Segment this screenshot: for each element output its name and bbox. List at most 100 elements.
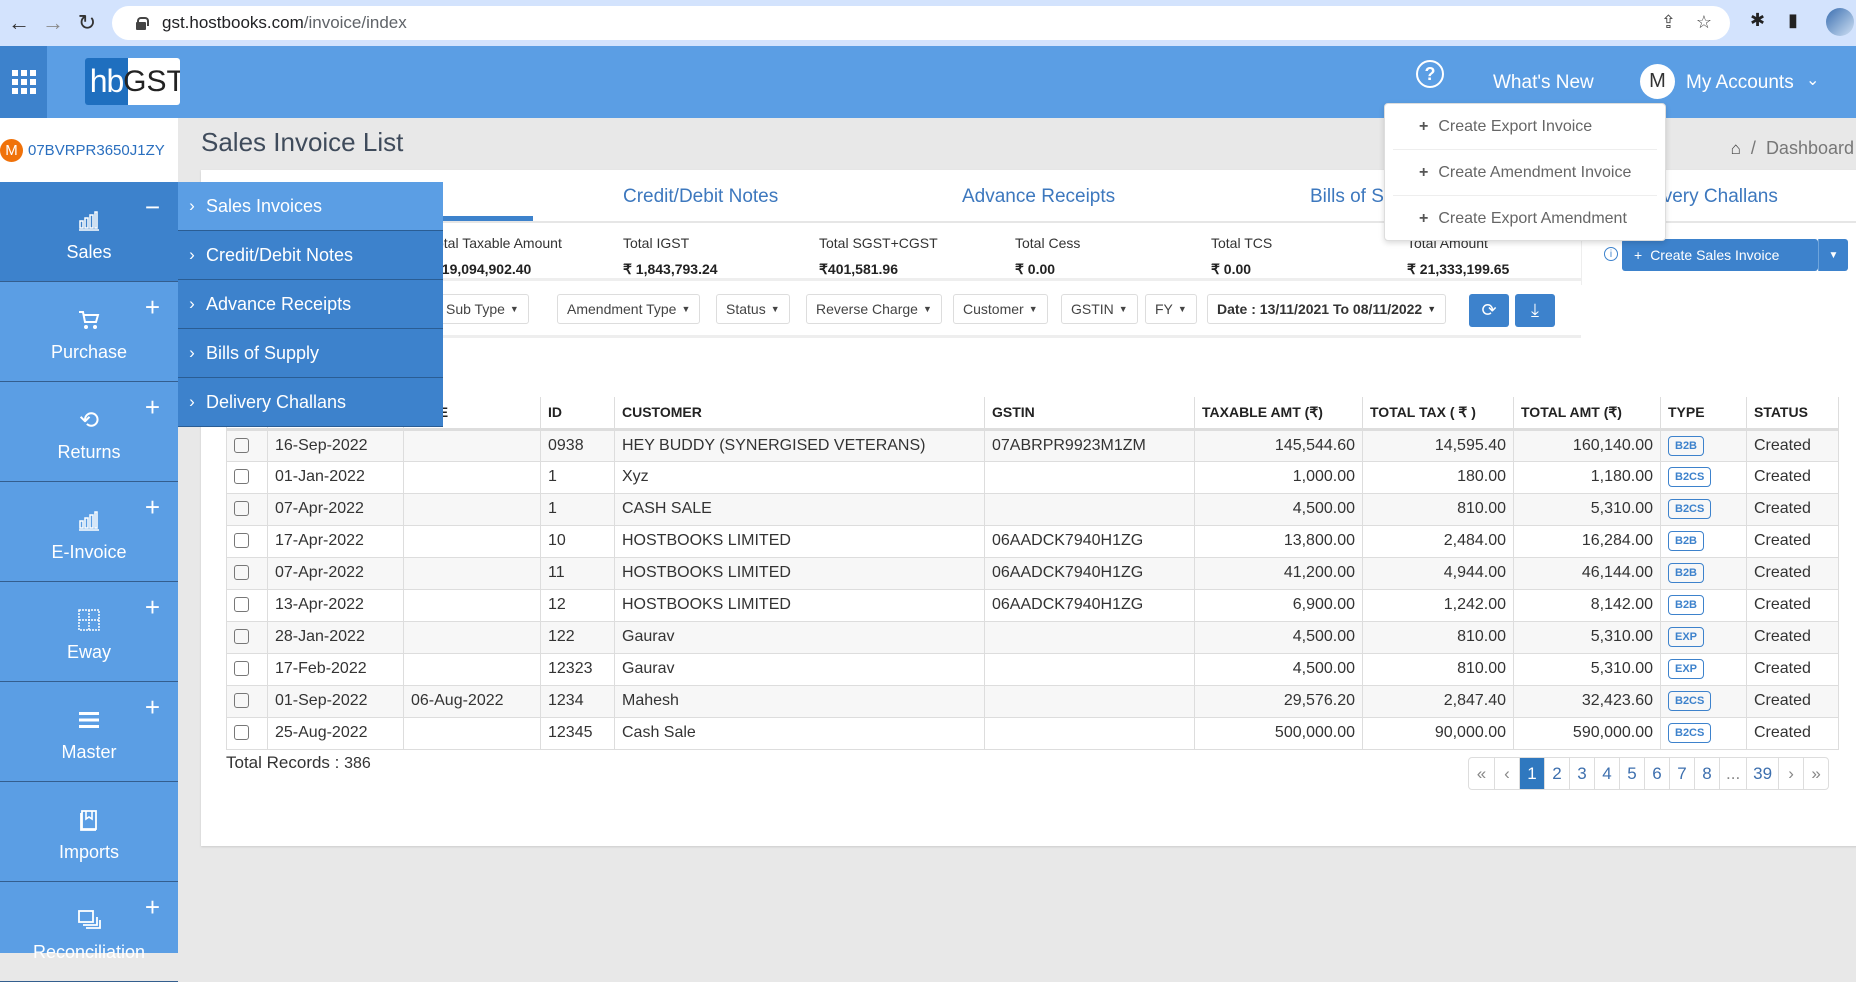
- table-row[interactable]: 07-Apr-2022 11 HOSTBOOKS LIMITED 06AADCK794…: [226, 557, 1839, 590]
- address-bar[interactable]: gst.hostbooks.com/invoice/index ⇪ ☆: [112, 6, 1730, 40]
- star-icon[interactable]: ☆: [1696, 12, 1712, 33]
- expand-icon[interactable]: +: [145, 492, 160, 523]
- tab-credit-debit-notes[interactable]: Credit/Debit Notes: [623, 186, 778, 208]
- page-7[interactable]: 7: [1669, 758, 1694, 789]
- filter-customer[interactable]: Customer ▼: [953, 294, 1048, 324]
- sidebar-item-returns[interactable]: ⟲ Returns +: [0, 382, 178, 482]
- row-checkbox[interactable]: [234, 597, 249, 613]
- help-icon[interactable]: ?: [1416, 60, 1444, 88]
- row-checkbox[interactable]: [234, 629, 249, 645]
- sidebar-item-eway[interactable]: Eway +: [0, 582, 178, 682]
- row-checkbox[interactable]: [234, 533, 249, 549]
- column-header-total-tax[interactable]: TOTAL TAX ( ₹ ): [1362, 397, 1514, 431]
- chevron-down-icon[interactable]: ⌄: [1806, 70, 1819, 90]
- page-5[interactable]: 5: [1619, 758, 1644, 789]
- table-row[interactable]: 07-Apr-2022 1 CASH SALE 4,500.00 810.00 5,310…: [226, 493, 1839, 526]
- home-icon[interactable]: ⌂: [1731, 139, 1741, 159]
- expand-icon[interactable]: +: [145, 892, 160, 923]
- column-header-taxable-amt[interactable]: TAXABLE AMT (₹): [1194, 397, 1363, 431]
- page-39[interactable]: 39: [1746, 758, 1778, 789]
- table-row[interactable]: 01-Sep-2022 06-Aug-2022 1234 Mahesh 29,576.2…: [226, 685, 1839, 718]
- submenu-item-credit-debit-notes[interactable]: › Credit/Debit Notes: [178, 231, 443, 280]
- breadcrumb-dashboard[interactable]: Dashboard: [1766, 138, 1854, 159]
- first-page-button[interactable]: «: [1469, 758, 1494, 789]
- filter-gstin[interactable]: GSTIN ▼: [1061, 294, 1138, 324]
- my-accounts-menu[interactable]: My Accounts: [1686, 72, 1794, 94]
- table-row[interactable]: 17-Feb-2022 12323 Gaurav 4,500.00 810.00 5,31…: [226, 653, 1839, 686]
- row-checkbox[interactable]: [234, 469, 249, 485]
- page-2[interactable]: 2: [1544, 758, 1569, 789]
- row-checkbox[interactable]: [234, 437, 249, 453]
- download-button[interactable]: ⤓: [1515, 294, 1555, 327]
- tab-advance-receipts[interactable]: Advance Receipts: [962, 186, 1115, 208]
- cell-original-date: [403, 493, 541, 526]
- submenu-item-delivery-challans[interactable]: › Delivery Challans: [178, 378, 443, 427]
- column-header-total-amt[interactable]: TOTAL AMT (₹): [1513, 397, 1661, 431]
- collapse-icon[interactable]: −: [145, 192, 160, 223]
- back-icon[interactable]: ←: [4, 10, 34, 36]
- create-export-invoice-option[interactable]: + Create Export Invoice: [1393, 104, 1657, 150]
- table-row[interactable]: 01-Jan-2022 1 Xyz 1,000.00 180.00 1,180.00 B2C…: [226, 461, 1839, 494]
- sidebar-item-imports[interactable]: Imports: [0, 782, 178, 882]
- reload-icon[interactable]: ↻: [72, 10, 102, 36]
- expand-icon[interactable]: +: [145, 692, 160, 723]
- submenu-item-bills-of-supply[interactable]: › Bills of Supply: [178, 329, 443, 378]
- expand-icon[interactable]: +: [145, 292, 160, 323]
- sidebar-item-e-invoice[interactable]: E-Invoice +: [0, 482, 178, 582]
- apps-grid-icon[interactable]: [0, 46, 47, 118]
- gstin-selector[interactable]: M 07BVRPR3650J1ZY: [0, 118, 178, 182]
- create-export-amendment-option[interactable]: + Create Export Amendment: [1393, 196, 1657, 242]
- row-checkbox[interactable]: [234, 565, 249, 581]
- submenu-item-advance-receipts[interactable]: › Advance Receipts: [178, 280, 443, 329]
- table-row[interactable]: 16-Sep-2022 0938 HEY BUDDY (SYNERGISED VET…: [226, 429, 1839, 462]
- filter-status[interactable]: Status ▼: [716, 294, 790, 324]
- row-checkbox[interactable]: [234, 725, 249, 741]
- profile-avatar[interactable]: [1826, 8, 1854, 36]
- create-options-toggle[interactable]: ▼: [1818, 239, 1848, 271]
- sidebar-item-purchase[interactable]: Purchase +: [0, 282, 178, 382]
- filter-amendment-type[interactable]: Amendment Type ▼: [557, 294, 701, 324]
- info-icon[interactable]: i: [1604, 247, 1618, 261]
- prev-page-button[interactable]: ‹: [1494, 758, 1519, 789]
- forward-icon[interactable]: →: [38, 10, 68, 36]
- row-checkbox[interactable]: [234, 661, 249, 677]
- create-amendment-invoice-option[interactable]: + Create Amendment Invoice: [1393, 150, 1657, 196]
- share-icon[interactable]: ⇪: [1661, 12, 1676, 33]
- sidebar-item-sales[interactable]: Sales −: [0, 182, 178, 282]
- extensions-icon[interactable]: ✱: [1750, 10, 1765, 31]
- table-row[interactable]: 17-Apr-2022 10 HOSTBOOKS LIMITED 06AADCK794…: [226, 525, 1839, 558]
- whats-new-link[interactable]: What's New: [1493, 72, 1594, 94]
- refresh-button[interactable]: ⟳: [1469, 294, 1509, 327]
- page-1[interactable]: 1: [1519, 758, 1544, 789]
- expand-icon[interactable]: +: [145, 592, 160, 623]
- date-range-filter[interactable]: Date : 13/11/2021 To 08/11/2022 ▼: [1207, 294, 1447, 324]
- row-checkbox[interactable]: [234, 693, 249, 709]
- side-panel-icon[interactable]: ▮: [1788, 10, 1798, 31]
- next-page-button[interactable]: ›: [1778, 758, 1803, 789]
- page-3[interactable]: 3: [1569, 758, 1594, 789]
- page-8[interactable]: 8: [1694, 758, 1719, 789]
- cell-select: [226, 685, 268, 718]
- table-row[interactable]: 28-Jan-2022 122 Gaurav 4,500.00 810.00 5,310.…: [226, 621, 1839, 654]
- filter-reverse-charge[interactable]: Reverse Charge ▼: [806, 294, 942, 324]
- submenu-item-sales-invoices[interactable]: › Sales Invoices: [178, 182, 443, 231]
- column-header-type[interactable]: TYPE: [1660, 397, 1747, 431]
- table-row[interactable]: 25-Aug-2022 12345 Cash Sale 500,000.00 90,00…: [226, 717, 1839, 750]
- filter-sub-type[interactable]: Sub Type ▼: [436, 294, 529, 324]
- filter-fy[interactable]: FY ▼: [1145, 294, 1197, 324]
- page-4[interactable]: 4: [1594, 758, 1619, 789]
- column-header-gstin[interactable]: GSTIN: [984, 397, 1195, 431]
- account-avatar[interactable]: M: [1640, 64, 1675, 99]
- expand-icon[interactable]: +: [145, 392, 160, 423]
- last-page-button[interactable]: »: [1803, 758, 1828, 789]
- column-header-id[interactable]: ID: [540, 397, 615, 431]
- page-6[interactable]: 6: [1644, 758, 1669, 789]
- table-row[interactable]: 13-Apr-2022 12 HOSTBOOKS LIMITED 06AADCK794…: [226, 589, 1839, 622]
- sidebar-item-reconciliation[interactable]: Reconciliation +: [0, 882, 178, 982]
- row-checkbox[interactable]: [234, 501, 249, 517]
- column-header-customer[interactable]: CUSTOMER: [614, 397, 985, 431]
- column-header-status[interactable]: STATUS: [1746, 397, 1839, 431]
- create-sales-invoice-button[interactable]: + Create Sales Invoice: [1622, 239, 1818, 271]
- sidebar-item-master[interactable]: Master +: [0, 682, 178, 782]
- hbgst-logo[interactable]: hb GST: [85, 58, 180, 105]
